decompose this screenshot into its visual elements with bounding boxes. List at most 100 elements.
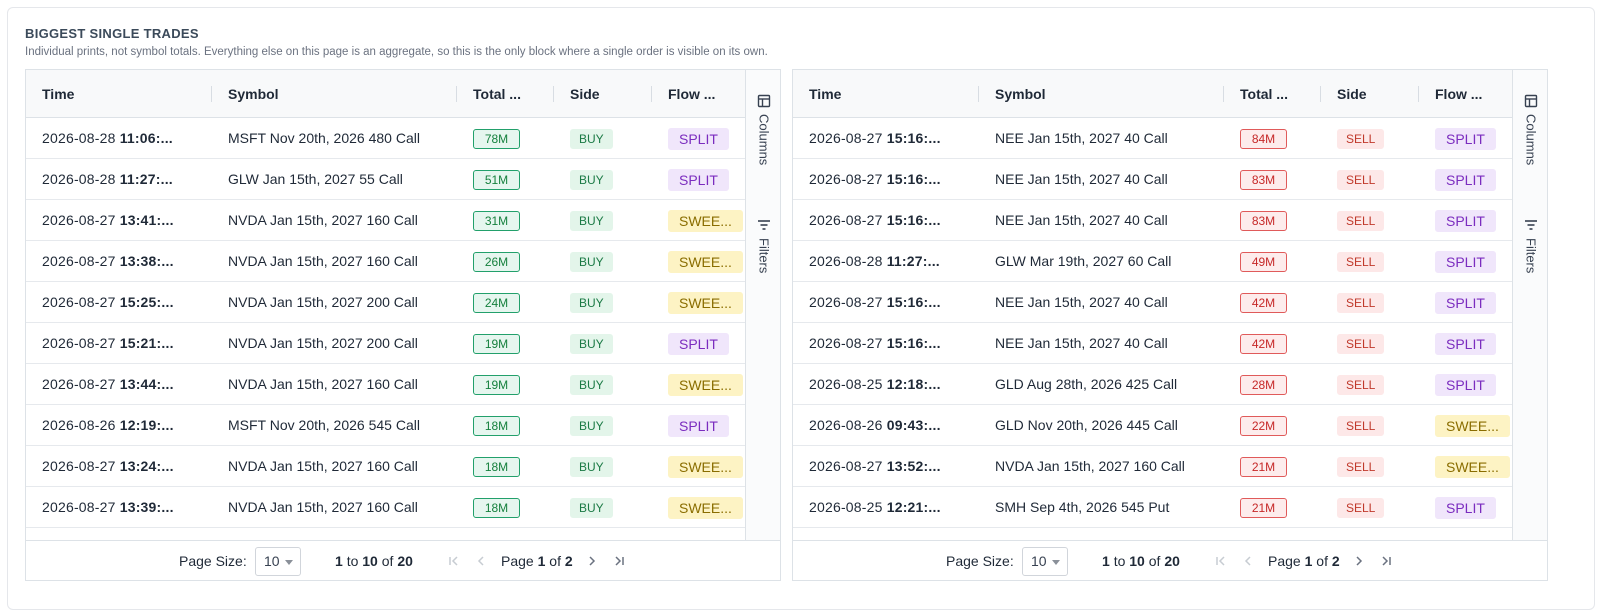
col-header-side[interactable]: Side [1337,70,1367,118]
table-row[interactable]: 2026-08-27 15:21:... NVDA Jan 15th, 2027 … [26,323,745,364]
filters-panel-button[interactable]: Filters [746,218,780,273]
column-resize-handle[interactable] [456,86,457,102]
time-cell: 2026-08-25 12:18:... [809,364,969,404]
time-cell: 2026-08-27 15:16:... [809,118,969,158]
symbol-cell: GLD Aug 28th, 2026 425 Call [995,376,1178,392]
table-row[interactable]: 2026-08-27 13:41:... NVDA Jan 15th, 2027 … [26,200,745,241]
symbol-cell: SMH Sep 4th, 2026 545 Put [995,499,1170,515]
flow-type-badge: SWEE... [668,456,743,479]
sell-trades-grid: Time Symbol Total ... Side Flow ... 2026-08-2… [792,69,1548,581]
table-row[interactable]: 2026-08-25 12:21:... SMH Sep 4th, 2026 54… [793,487,1512,528]
table-row[interactable]: 2026-08-27 15:16:... NEE Jan 15th, 2027 4… [793,118,1512,159]
table-row[interactable]: 2026-08-27 15:16:... NEE Jan 15th, 2027 4… [793,200,1512,241]
column-resize-handle[interactable] [978,86,979,102]
columns-icon [757,94,771,108]
col-header-symbol[interactable]: Symbol [995,70,1046,118]
time-text: 15:16:... [886,294,941,310]
total-premium-badge: 18M [473,498,520,519]
filter-icon [1525,220,1537,230]
page-of-word: of [1316,553,1328,569]
column-resize-handle[interactable] [651,86,652,102]
buy-trades-grid: Time Symbol Total ... Side Flow ... 2026-08-2… [25,69,781,581]
previous-page-button[interactable] [1241,554,1255,568]
col-header-total[interactable]: Total ... [473,70,521,118]
table-row[interactable]: 2026-08-26 09:43:... GLD Nov 20th, 2026 4… [793,405,1512,446]
column-resize-handle[interactable] [211,86,212,102]
date-text: 2026-08-27 [42,253,116,269]
first-page-button[interactable] [447,554,461,568]
table-row[interactable]: 2026-08-27 13:39:... NVDA Jan 15th, 2027 … [26,487,745,528]
table-row[interactable]: 2026-08-27 13:24:... NVDA Jan 15th, 2027 … [26,446,745,487]
table-row[interactable]: 2026-08-28 11:27:... GLW Mar 19th, 2027 6… [793,241,1512,282]
table-row[interactable]: 2026-08-28 11:27:... GLW Jan 15th, 2027 5… [26,159,745,200]
table-row[interactable]: 2026-08-27 13:44:... NVDA Jan 15th, 2027 … [26,364,745,405]
filters-panel-button[interactable]: Filters [1513,218,1547,273]
column-resize-handle[interactable] [1223,86,1224,102]
previous-page-button[interactable] [474,554,488,568]
side-badge: BUY [570,498,613,519]
flow-type-badge: SPLIT [1435,210,1496,233]
page-size-select[interactable]: 10 [1022,547,1068,576]
col-header-side[interactable]: Side [570,70,600,118]
table-row[interactable]: 2026-08-27 15:16:... NEE Jan 15th, 2027 4… [793,323,1512,364]
side-badge: BUY [570,334,613,355]
time-text: 11:27:... [119,171,173,187]
col-header-symbol[interactable]: Symbol [228,70,279,118]
page-size-select[interactable]: 10 [255,547,301,576]
table-row[interactable]: 2026-08-26 12:19:... MSFT Nov 20th, 2026 … [26,405,745,446]
col-header-time[interactable]: Time [42,70,74,118]
total-premium-badge: 26M [473,252,520,273]
flow-type-badge: SPLIT [1435,292,1496,315]
side-badge: BUY [570,129,613,150]
col-header-flow[interactable]: Flow ... [1435,70,1482,118]
last-page-button[interactable] [612,554,626,568]
table-row[interactable]: 2026-08-27 13:38:... NVDA Jan 15th, 2027 … [26,241,745,282]
column-resize-handle[interactable] [1320,86,1321,102]
column-resize-handle[interactable] [1418,86,1419,102]
table-row[interactable]: 2026-08-28 11:06:... MSFT Nov 20th, 2026 … [26,118,745,159]
table-row[interactable]: 2026-08-27 13:52:... NVDA Jan 15th, 2027 … [793,446,1512,487]
symbol-cell: NEE Jan 15th, 2027 40 Call [995,335,1168,351]
flow-cell: SPLIT [668,118,745,158]
col-header-total[interactable]: Total ... [1240,70,1288,118]
table-row[interactable]: 2026-08-27 15:16:... NEE Jan 15th, 2027 4… [793,282,1512,323]
col-header-flow[interactable]: Flow ... [668,70,715,118]
time-cell: 2026-08-27 15:16:... [809,200,969,240]
flow-type-badge: SWEE... [668,374,743,397]
total-cell: 42M [1240,323,1330,363]
side-badge: SELL [1337,293,1385,314]
time-cell: 2026-08-26 12:19:... [42,405,202,445]
next-page-button[interactable] [585,554,599,568]
symbol-cell: NVDA Jan 15th, 2027 160 Call [228,376,418,392]
total-cell: 19M [473,364,563,404]
date-text: 2026-08-27 [42,294,116,310]
side-cell: BUY [570,446,660,486]
flow-cell: SPLIT [668,405,745,445]
page-word: Page [501,553,534,569]
total-premium-badge: 51M [473,170,520,191]
chevron-down-icon [1052,560,1060,565]
last-page-icon [1382,556,1391,566]
page-indicator: Page 1 of 2 [501,541,573,580]
symbol-cell: NVDA Jan 15th, 2027 160 Call [995,458,1185,474]
table-row[interactable]: 2026-08-27 15:16:... NEE Jan 15th, 2027 4… [793,159,1512,200]
flow-type-badge: SPLIT [1435,169,1496,192]
pagination-panel: Page Size: 10 1 to 10 of 20 Page 1 of 2 [26,540,780,580]
col-header-time[interactable]: Time [809,70,841,118]
last-page-button[interactable] [1379,554,1393,568]
grid-header: Time Symbol Total ... Side Flow ... [26,70,745,118]
columns-panel-button[interactable]: Columns [1513,94,1547,165]
flow-type-badge: SWEE... [668,251,743,274]
table-row[interactable]: 2026-08-27 15:25:... NVDA Jan 15th, 2027 … [26,282,745,323]
total-cell: 19M [473,323,563,363]
date-text: 2026-08-25 [809,376,883,392]
total-cell: 18M [473,487,563,527]
first-page-icon [449,556,458,566]
first-page-button[interactable] [1214,554,1228,568]
next-page-button[interactable] [1352,554,1366,568]
range-of-word: of [381,553,394,569]
table-row[interactable]: 2026-08-25 12:18:... GLD Aug 28th, 2026 4… [793,364,1512,405]
side-cell: BUY [570,282,660,322]
column-resize-handle[interactable] [553,86,554,102]
columns-panel-button[interactable]: Columns [746,94,780,165]
